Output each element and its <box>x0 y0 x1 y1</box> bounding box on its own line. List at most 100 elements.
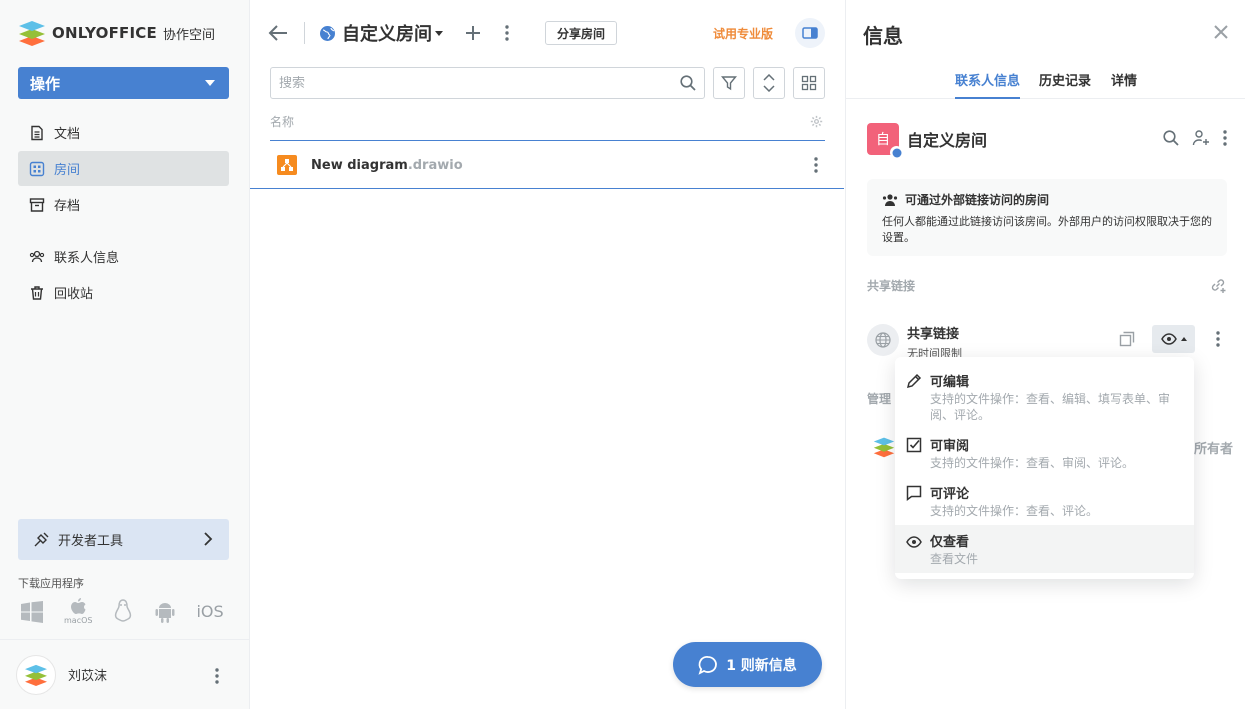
shared-links-heading: 共享链接 <box>867 279 916 293</box>
share-room-button[interactable]: 分享房间 <box>545 21 618 45</box>
globe-icon <box>875 332 891 348</box>
app-logo[interactable]: ONLYOFFICE 协作空间 <box>18 20 215 46</box>
sort-icon <box>763 74 775 92</box>
access-level-button[interactable] <box>1152 325 1195 353</box>
divider <box>304 22 305 44</box>
main-area: 自定义房间 分享房间 试用专业版 名称 New diagram.drawio 1… <box>250 0 845 709</box>
owner-role-label: 所有者 <box>1194 442 1234 457</box>
back-arrow-icon[interactable] <box>268 24 288 42</box>
filter-button[interactable] <box>713 67 745 99</box>
copy-icon[interactable] <box>1119 331 1135 347</box>
info-panel: 信息 联系人信息 历史记录 详情 自 自定义房间 可通过外部链接访问的房间 任何… <box>845 0 1245 709</box>
eye-icon <box>906 536 922 548</box>
access-option-title: 可审阅 <box>930 439 970 454</box>
actions-button[interactable]: 操作 <box>18 67 229 99</box>
caret-down-icon[interactable] <box>435 30 443 36</box>
brand-subtitle: 协作空间 <box>162 27 215 43</box>
access-option-description: 查看文件 <box>930 552 979 566</box>
drawio-file-icon <box>277 155 297 175</box>
access-option-read-only[interactable]: 仅查看 查看文件 <box>895 525 1194 573</box>
search-icon[interactable] <box>1163 130 1179 146</box>
shared-link-row: 共享链接 无时间限制 <box>867 320 1227 360</box>
external-link-notice: 可通过外部链接访问的房间 任何人都能通过此链接访问该房间。外部用户的访问权限取决… <box>867 179 1227 256</box>
sidebar-item-label: 存档 <box>54 199 81 214</box>
panel-icon <box>802 27 818 39</box>
table-row[interactable]: New diagram.drawio <box>250 142 844 189</box>
notice-title-row: 可通过外部链接访问的房间 <box>882 191 1212 208</box>
rooms-icon <box>29 161 45 176</box>
new-messages-button[interactable]: 1 则新信息 <box>673 642 822 687</box>
add-user-icon[interactable] <box>1192 129 1210 147</box>
user-logo-icon <box>25 664 47 686</box>
more-vertical-icon[interactable] <box>814 157 818 173</box>
add-link-icon[interactable] <box>1209 276 1227 294</box>
access-option-comment[interactable]: 可评论 支持的文件操作：查看、评论。 <box>895 477 1194 525</box>
download-apps-row: macOS iOS <box>20 598 224 625</box>
eye-icon <box>1160 333 1177 345</box>
info-panel-title: 信息 <box>863 24 903 48</box>
plus-icon[interactable] <box>465 25 481 41</box>
new-messages-label: 1 则新信息 <box>726 657 797 674</box>
user-name: 刘苡沫 <box>68 669 108 684</box>
access-option-description: 支持的文件操作：查看、审阅、评论。 <box>930 456 1135 470</box>
access-level-dropdown: 可编辑 支持的文件操作：查看、编辑、填写表单、审阅、评论。 可审阅 支持的文件操… <box>895 357 1194 579</box>
access-option-edit[interactable]: 可编辑 支持的文件操作：查看、编辑、填写表单、审阅、评论。 <box>895 365 1194 429</box>
room-header: 自 自定义房间 <box>867 123 1227 159</box>
archive-icon <box>29 197 45 212</box>
avatar[interactable] <box>16 654 56 695</box>
table-header: 名称 <box>270 113 825 141</box>
more-vertical-icon[interactable] <box>215 668 219 684</box>
pencil-icon <box>906 373 922 389</box>
onlyoffice-logo-icon <box>19 21 45 46</box>
access-option-title: 仅查看 <box>930 535 970 550</box>
sidebar-item-rooms[interactable]: 房间 <box>18 151 229 186</box>
ios-download[interactable]: iOS <box>196 602 223 621</box>
search-input[interactable] <box>279 75 680 91</box>
info-panel-toggle[interactable] <box>795 18 825 48</box>
room-logo: 自 <box>867 123 903 159</box>
caret-down-icon <box>205 80 215 86</box>
notice-description: 任何人都能通过此链接访问该房间。外部用户的访问权限取决于您的设置。 <box>882 215 1212 244</box>
linux-icon[interactable] <box>112 598 134 625</box>
comment-icon <box>906 485 922 501</box>
macos-label: macOS <box>64 616 93 625</box>
file-name[interactable]: New diagram.drawio <box>311 158 463 173</box>
access-option-title: 可评论 <box>930 487 970 502</box>
access-option-title: 可编辑 <box>930 375 970 390</box>
sidebar-item-archive[interactable]: 存档 <box>18 187 229 222</box>
page-title[interactable]: 自定义房间 <box>342 20 432 46</box>
tab-history[interactable]: 历史记录 <box>1039 70 1091 99</box>
tab-details[interactable]: 详情 <box>1111 70 1137 99</box>
caret-up-icon <box>1180 337 1187 341</box>
more-vertical-icon[interactable] <box>1216 331 1220 347</box>
sidebar-item-trash[interactable]: 回收站 <box>18 275 229 310</box>
chevron-right-icon <box>204 532 213 546</box>
tab-contacts[interactable]: 联系人信息 <box>955 70 1021 99</box>
column-name-header[interactable]: 名称 <box>270 115 294 129</box>
access-option-review[interactable]: 可审阅 支持的文件操作：查看、审阅、评论。 <box>895 429 1194 477</box>
trial-link[interactable]: 试用专业版 <box>713 25 773 42</box>
sort-button[interactable] <box>753 67 785 99</box>
android-icon[interactable] <box>154 600 176 624</box>
owner-avatar-icon <box>873 437 895 458</box>
notice-title: 可通过外部链接访问的房间 <box>905 193 1050 207</box>
search-icon[interactable] <box>680 75 696 91</box>
view-toggle-button[interactable] <box>793 67 825 99</box>
more-vertical-icon[interactable] <box>505 25 509 41</box>
info-tabs: 联系人信息 历史记录 详情 <box>846 70 1245 99</box>
macos-download[interactable]: macOS <box>64 598 92 625</box>
shared-link-title: 共享链接 <box>907 327 960 342</box>
sidebar-item-label: 文档 <box>54 127 81 142</box>
close-icon[interactable] <box>1213 24 1229 40</box>
document-icon <box>31 125 43 140</box>
sidebar-item-documents[interactable]: 文档 <box>18 115 229 150</box>
sidebar-item-contacts[interactable]: 联系人信息 <box>18 239 229 274</box>
more-vertical-icon[interactable] <box>1223 130 1227 146</box>
windows-icon[interactable] <box>20 600 44 623</box>
globe-badge-icon <box>890 146 903 159</box>
developer-tools-button[interactable]: 开发者工具 <box>18 519 229 560</box>
gear-icon[interactable] <box>810 115 823 128</box>
access-option-description: 支持的文件操作：查看、编辑、填写表单、审阅、评论。 <box>930 392 1171 422</box>
administrators-heading: 管理 <box>867 392 892 406</box>
sidebar-item-label: 联系人信息 <box>54 251 120 266</box>
